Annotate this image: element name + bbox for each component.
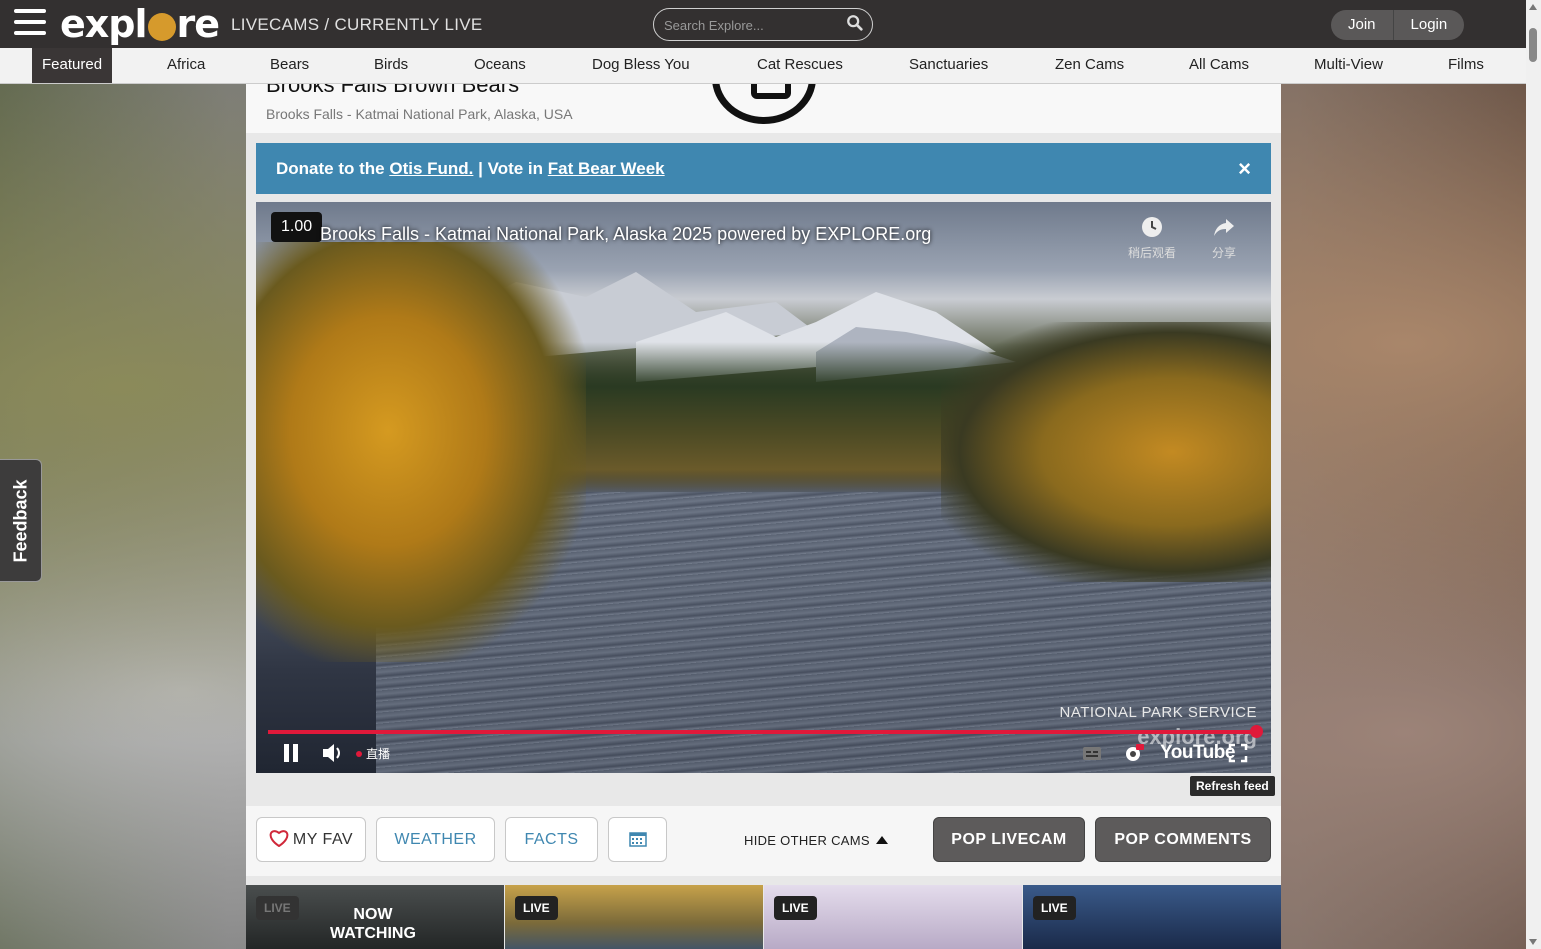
watch-later-label: 稍后观看 (1127, 246, 1176, 260)
nav-multi-view[interactable]: Multi-View (1314, 48, 1383, 83)
now-watching-label: NOW WATCHING (330, 906, 416, 942)
share-arrow-icon (1214, 219, 1234, 236)
volume-icon[interactable] (320, 740, 346, 766)
menu-icon[interactable] (14, 9, 46, 41)
calendar-icon (628, 832, 647, 847)
breadcrumb[interactable]: LIVECAMS / CURRENTLY LIVE (231, 15, 483, 35)
share-label: 分享 (1211, 246, 1236, 260)
pop-livecam-button[interactable]: POP LIVECAM (933, 817, 1085, 862)
join-button[interactable]: Join (1331, 10, 1394, 40)
video-player[interactable]: 1.00 Brooks Falls - Katmai National Park… (256, 202, 1271, 773)
other-cams-strip: LIVE NOW WATCHING LIVE LIVE LIVE (246, 885, 1281, 949)
nav-zen-cams[interactable]: Zen Cams (1055, 48, 1124, 83)
scroll-down-arrow-icon[interactable] (1529, 939, 1537, 945)
cam-thumbnail[interactable]: LIVE (505, 885, 763, 949)
nps-credit: NATIONAL PARK SERVICE (1059, 704, 1257, 721)
my-fav-button[interactable]: MY FAV (256, 817, 366, 862)
nav-africa[interactable]: Africa (167, 48, 205, 83)
auth-buttons: Join Login (1331, 10, 1465, 40)
calendar-button[interactable] (608, 817, 667, 862)
cam-thumbnail[interactable]: LIVE (1023, 885, 1281, 949)
live-indicator[interactable]: 直播 (356, 745, 390, 771)
login-button[interactable]: Login (1393, 10, 1465, 40)
search-input[interactable] (664, 15, 844, 35)
playback-speed: 1.00 (271, 212, 323, 242)
otis-fund-link[interactable]: Otis Fund. (389, 159, 473, 178)
refresh-feed-button[interactable]: Refresh feed (1190, 776, 1275, 796)
camera-logo-icon (712, 84, 816, 124)
nav-sanctuaries[interactable]: Sanctuaries (909, 48, 988, 83)
progress-scrubber[interactable] (1250, 725, 1263, 738)
live-badge: LIVE (774, 896, 817, 920)
close-icon[interactable]: × (1238, 143, 1251, 194)
cam-header: Brooks Falls Brown Bears Brooks Falls - … (246, 84, 1281, 133)
share-button[interactable]: 分享 (1204, 216, 1244, 261)
heart-icon (269, 830, 289, 848)
cam-title: Brooks Falls Brown Bears (266, 84, 520, 97)
pop-comments-button[interactable]: POP COMMENTS (1095, 817, 1271, 862)
cam-thumbnail[interactable]: LIVE (764, 885, 1022, 949)
fat-bear-week-link[interactable]: Fat Bear Week (548, 159, 665, 178)
video-title[interactable]: Brooks Falls - Katmai National Park, Ala… (320, 224, 931, 245)
cam-location: Brooks Falls - Katmai National Park, Ala… (266, 106, 573, 122)
scrollbar-thumb[interactable] (1529, 28, 1537, 62)
autumn-trees-right (941, 322, 1271, 582)
clock-icon (1142, 217, 1162, 237)
pause-icon[interactable] (282, 740, 300, 766)
caret-up-icon (875, 836, 888, 844)
youtube-logo[interactable]: YouTube (1160, 742, 1235, 768)
watch-later-button[interactable]: 稍后观看 (1124, 216, 1180, 261)
nav-birds[interactable]: Birds (374, 48, 408, 83)
hide-cams-label: HIDE OTHER CAMS (744, 833, 870, 848)
donate-banner: Donate to the Otis Fund. | Vote in Fat B… (256, 143, 1271, 194)
vote-prefix: Vote in (487, 159, 544, 178)
nav-cat-rescues[interactable]: Cat Rescues (757, 48, 843, 83)
live-badge: LIVE (256, 896, 299, 920)
weather-button[interactable]: WEATHER (376, 817, 495, 862)
facts-button[interactable]: FACTS (505, 817, 598, 862)
feedback-label: Feedback (10, 478, 30, 563)
hide-other-cams-toggle[interactable]: HIDE OTHER CAMS (744, 833, 888, 848)
top-bar: explre LIVECAMS / CURRENTLY LIVE Join Lo… (0, 0, 1526, 48)
autumn-trees-left (256, 242, 586, 662)
nav-dog-bless-you[interactable]: Dog Bless You (592, 48, 690, 83)
live-badge: LIVE (1033, 896, 1076, 920)
progress-bar[interactable] (268, 730, 1258, 734)
explore-logo[interactable]: expl re (60, 2, 220, 46)
nav-oceans[interactable]: Oceans (474, 48, 526, 83)
nav-films[interactable]: Films (1448, 48, 1484, 83)
nav-featured[interactable]: Featured (32, 48, 113, 83)
search-box[interactable] (653, 8, 873, 41)
cam-thumbnail[interactable]: LIVE NOW WATCHING (246, 885, 504, 949)
banner-separator: | (478, 159, 483, 178)
cam-toolbar: MY FAV WEATHER FACTS HIDE OTHER CAMS POP… (246, 806, 1281, 876)
cam-panel: Brooks Falls Brown Bears Brooks Falls - … (246, 84, 1281, 949)
my-fav-label: MY FAV (292, 831, 354, 848)
page-scrollbar[interactable] (1526, 0, 1541, 949)
nav-all-cams[interactable]: All Cams (1189, 48, 1249, 83)
donate-prefix: Donate to the (276, 159, 385, 178)
fullscreen-icon[interactable] (1228, 740, 1248, 766)
feedback-tab[interactable]: Feedback (0, 459, 42, 582)
scroll-up-arrow-icon[interactable] (1529, 4, 1537, 10)
captions-icon[interactable] (1082, 740, 1102, 766)
search-icon[interactable] (846, 14, 864, 32)
settings-gear-icon[interactable] (1122, 740, 1144, 766)
nav-bears[interactable]: Bears (270, 48, 309, 83)
live-badge: LIVE (515, 896, 558, 920)
category-nav: Featured Africa Bears Birds Oceans Dog B… (0, 48, 1526, 84)
